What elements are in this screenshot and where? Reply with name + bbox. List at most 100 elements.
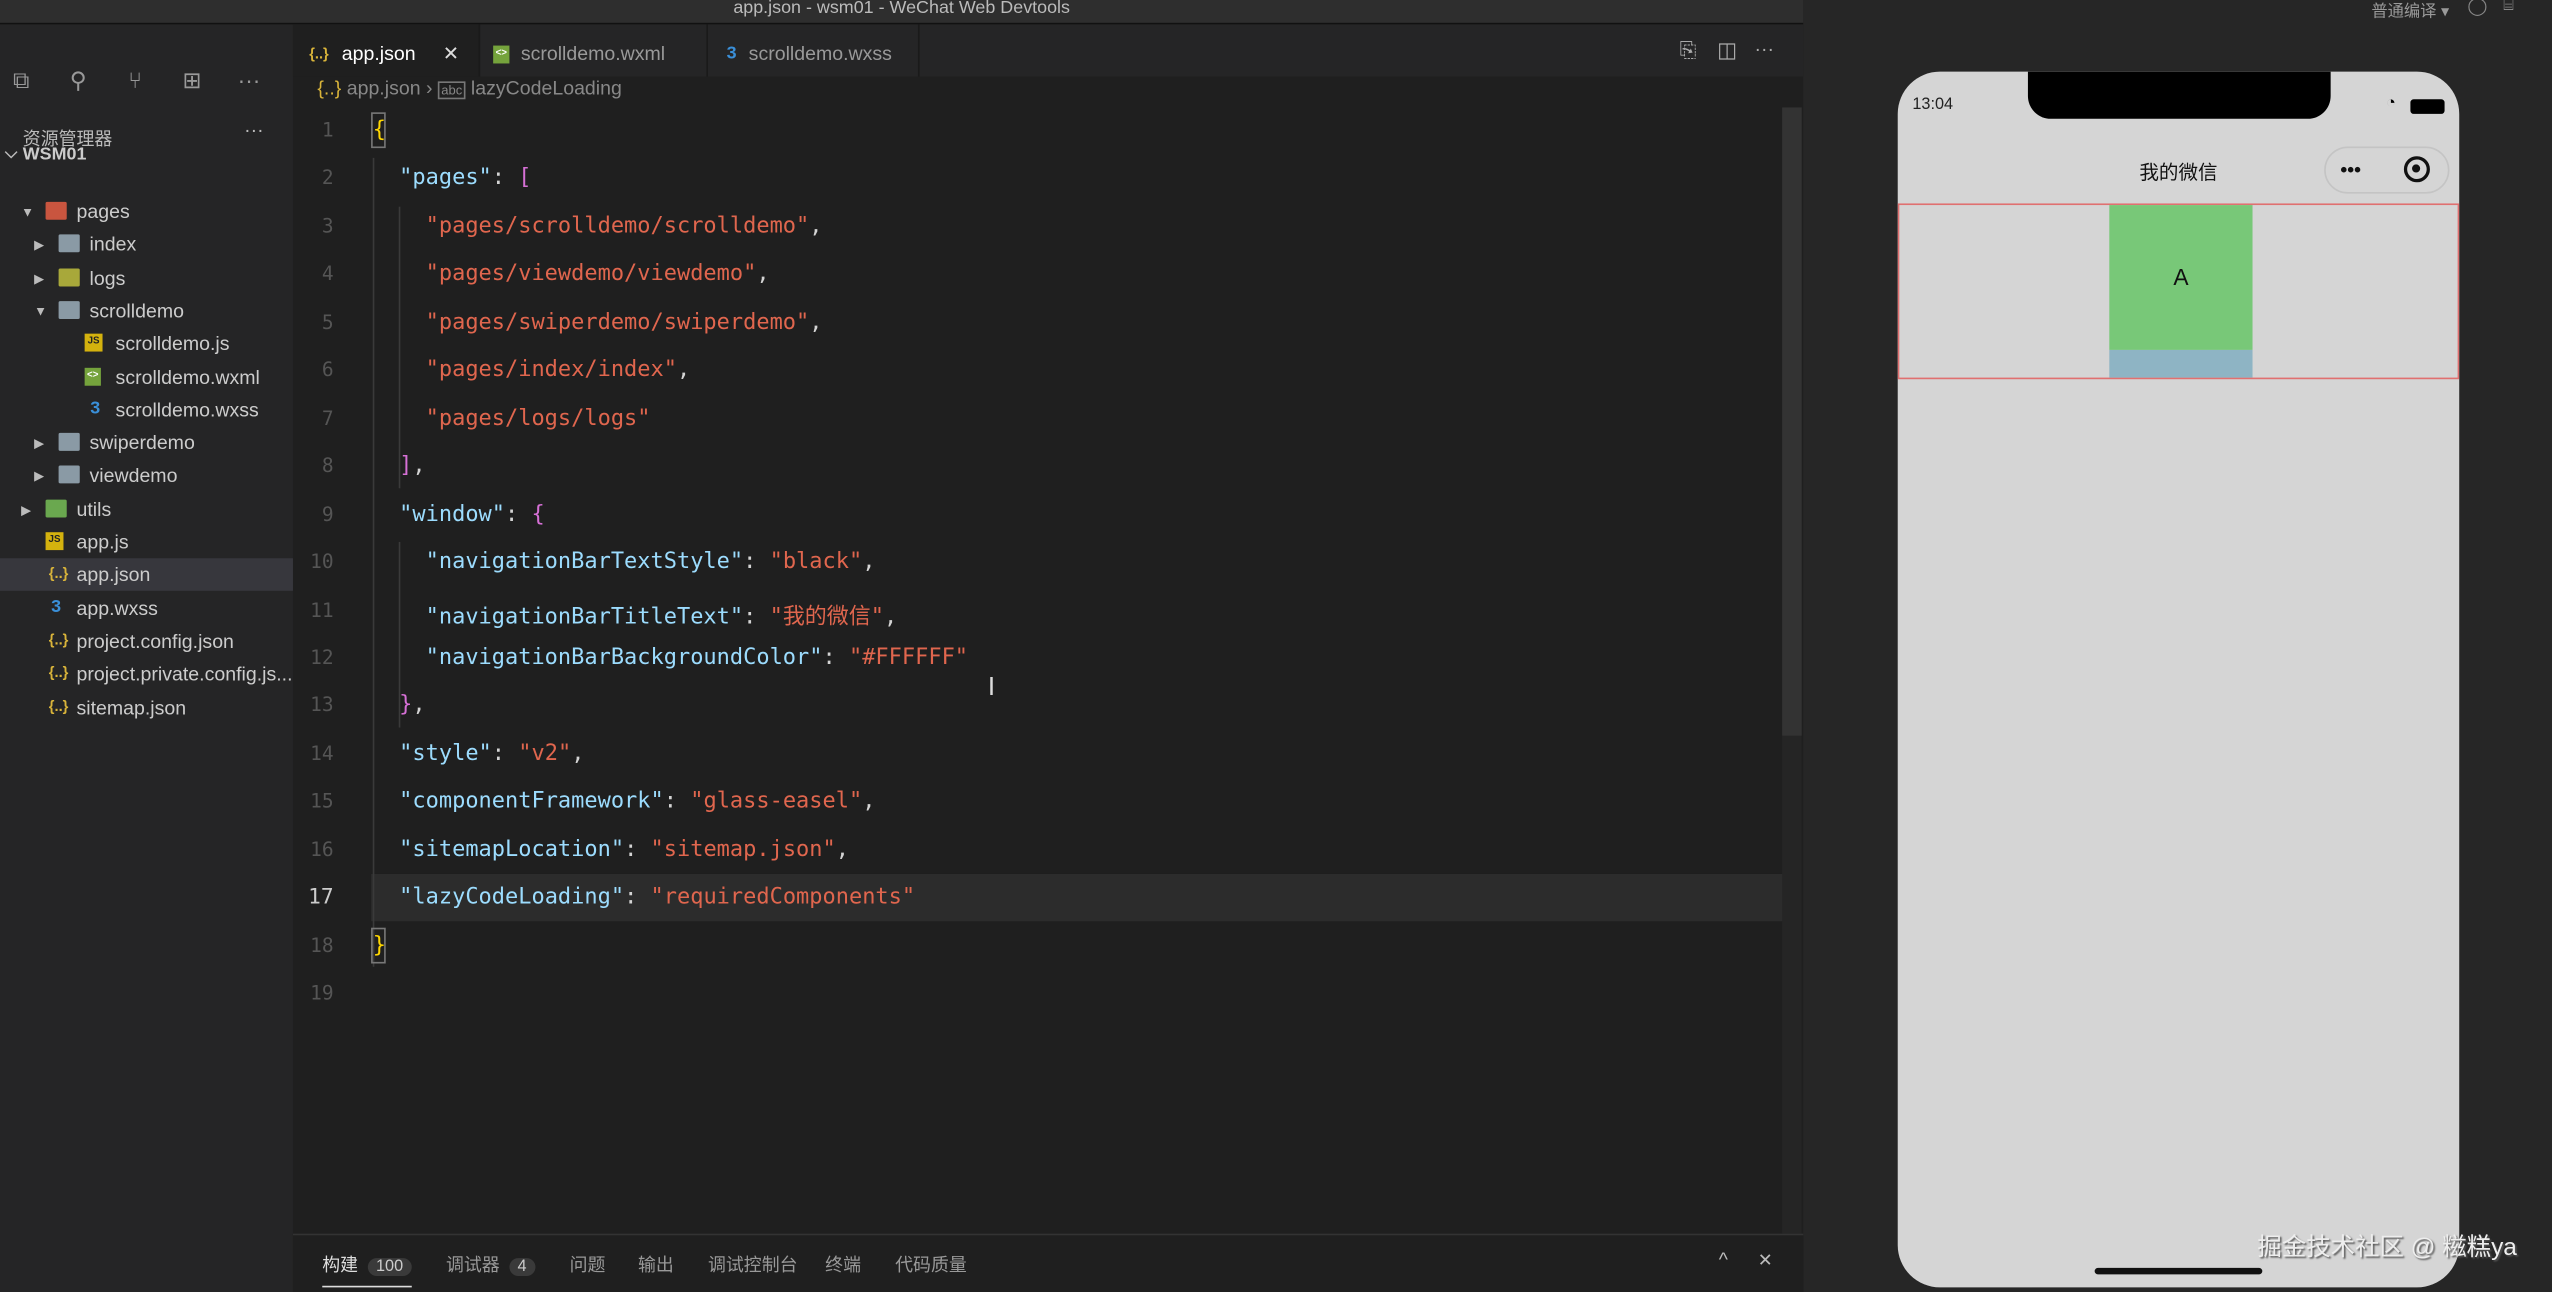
search-icon[interactable]: ⚲	[62, 67, 95, 95]
code-line: }	[373, 932, 386, 958]
panel-tab-5[interactable]: 终端	[825, 1252, 861, 1278]
tab-close-button[interactable]: ✕	[443, 24, 459, 83]
folder-icon	[58, 433, 80, 451]
code-line: "style": "v2",	[373, 740, 585, 767]
tree-item-pages[interactable]: ▼ pages	[0, 195, 293, 228]
panel-tab-1[interactable]: 调试器 4	[446, 1252, 535, 1278]
extensions-icon[interactable]: ⊞	[176, 67, 209, 95]
code-token: [	[518, 165, 532, 192]
panel-tab-2[interactable]: 问题	[570, 1252, 606, 1278]
tree-item-app-json[interactable]: {..} app.json	[0, 558, 293, 592]
tree-item-project-private-config-js-[interactable]: {..} project.private.config.js...	[0, 658, 293, 691]
capsule-close-button[interactable]	[2403, 156, 2430, 183]
code-line: ],	[373, 453, 425, 479]
string-symbol-icon: abc	[437, 81, 466, 100]
wxml-file-icon: <>	[84, 367, 101, 385]
tree-item-index[interactable]: ▶ index	[0, 228, 293, 261]
code-line: },	[373, 692, 425, 718]
code-token: {	[531, 500, 545, 527]
compile-mode-select[interactable]: 普通编译 ▾	[2371, 0, 2449, 21]
battery-icon	[2410, 99, 2445, 114]
panel-tab-3[interactable]: 输出	[638, 1252, 674, 1278]
folder-logs-icon	[58, 267, 80, 286]
phone-simulator: 13:04 ◔ 我的微信 ••• A	[1897, 71, 2460, 1288]
source-control-icon[interactable]: ⑂	[119, 67, 152, 93]
more-icon[interactable]: ···	[233, 67, 266, 93]
split-editor-icon[interactable]: ◫	[1717, 37, 1737, 63]
tree-item-project-config-json[interactable]: {..} project.config.json	[0, 625, 293, 658]
tree-item-label: pages	[76, 200, 130, 223]
open-changes-icon[interactable]: ⎘	[1680, 37, 1697, 63]
tab-scrolldemo-wxss[interactable]: 3 scrolldemo.wxss	[708, 24, 920, 77]
refresh-icon[interactable]: ◯	[2467, 0, 2487, 16]
code-token: ,	[835, 836, 849, 863]
tree-item-utils[interactable]: ▶ utils	[0, 493, 293, 526]
code-token: ,	[809, 308, 823, 335]
code-token: :	[743, 603, 770, 630]
tree-item-logs[interactable]: ▶ logs	[0, 261, 293, 294]
line-number: 12	[310, 646, 334, 669]
tree-item-label: viewdemo	[89, 464, 178, 488]
code-token: "我的微信"	[769, 603, 884, 630]
home-indicator	[2094, 1267, 2263, 1275]
tree-item-scrolldemo[interactable]: ▼ scrolldemo	[0, 294, 293, 327]
tree-item-app-wxss[interactable]: 3 app.wxss	[0, 592, 293, 625]
tab-scrolldemo-wxml[interactable]: <> scrolldemo.wxml	[480, 24, 708, 77]
folder-icon	[58, 234, 80, 253]
tree-root[interactable]: ⌵ WSM01	[0, 138, 293, 171]
code-token: ,	[862, 548, 876, 575]
panel-tab-6[interactable]: 代码质量	[895, 1252, 967, 1278]
more-actions-icon[interactable]: ···	[1754, 37, 1774, 60]
code-editor[interactable]: 1{2 "pages": [3 "pages/scrolldemo/scroll…	[293, 107, 1803, 1237]
caret-down-icon: ▼	[34, 304, 48, 319]
editor-scrollbar-thumb[interactable]	[1782, 107, 1802, 736]
code-token: "pages/viewdemo/viewdemo"	[425, 260, 757, 288]
code-token: ,	[809, 213, 823, 240]
folder-icon	[58, 300, 80, 319]
files-icon[interactable]: ⧉	[5, 67, 38, 95]
scroll-view[interactable]: A	[1897, 203, 2460, 380]
clear-cache-icon[interactable]: ⌸	[2503, 0, 2514, 16]
window-title: app.json - wsm01 - WeChat Web Devtools	[733, 0, 1070, 18]
breadcrumb-symbol[interactable]: lazyCodeLoading	[471, 76, 622, 99]
panel-tab-label: 终端	[825, 1256, 861, 1276]
caret-right-icon: ▶	[34, 469, 45, 485]
code-token: "style"	[399, 740, 492, 767]
tree-item-sitemap-json[interactable]: {..} sitemap.json	[0, 691, 293, 724]
code-line: "navigationBarBackgroundColor": "#FFFFFF…	[373, 644, 968, 670]
tree-item-app-js[interactable]: JS app.js	[0, 526, 293, 559]
code-token: "pages"	[399, 165, 492, 192]
bottom-panel: 构建 100 调试器 4 问题 输出 调试控制台 终端 代码质量 ^ ✕	[292, 1233, 1804, 1292]
line-number: 17	[308, 885, 334, 911]
tree-item-viewdemo[interactable]: ▶ viewdemo	[0, 460, 293, 493]
breadcrumb-file[interactable]: app.json	[347, 76, 421, 99]
devtools-window: app.json - wsm01 - WeChat Web Devtools 普…	[0, 0, 2552, 1292]
tab-app-json[interactable]: {..} app.json ✕	[292, 24, 481, 77]
tree-item-scrolldemo-js[interactable]: JS scrolldemo.js	[0, 327, 293, 360]
panel-tab-4[interactable]: 调试控制台	[708, 1252, 798, 1278]
tree-item-scrolldemo-wxss[interactable]: 3 scrolldemo.wxss	[0, 394, 293, 427]
capsule-more-button[interactable]: •••	[2340, 158, 2361, 181]
tree-item-label: app.js	[76, 530, 129, 554]
tree-item-label: app.json	[76, 563, 151, 587]
line-number: 10	[310, 550, 334, 573]
panel-tab-0[interactable]: 构建 100	[322, 1252, 412, 1288]
title-bar: app.json - wsm01 - WeChat Web Devtools	[0, 0, 1804, 25]
panel-close-button[interactable]: ✕	[1758, 1250, 1773, 1272]
tree-item-scrolldemo-wxml[interactable]: <> scrolldemo.wxml	[0, 361, 293, 394]
tree-item-swiperdemo[interactable]: ▶ swiperdemo	[0, 427, 293, 460]
code-token: ,	[571, 740, 585, 767]
panel-collapse-button[interactable]: ^	[1719, 1248, 1728, 1271]
tab-label: scrolldemo.wxss	[748, 42, 892, 66]
folder-pages-icon	[45, 201, 67, 220]
line-number: 3	[321, 214, 334, 238]
code-token: "componentFramework"	[399, 788, 664, 815]
tree-item-label: scrolldemo.wxml	[115, 365, 260, 389]
